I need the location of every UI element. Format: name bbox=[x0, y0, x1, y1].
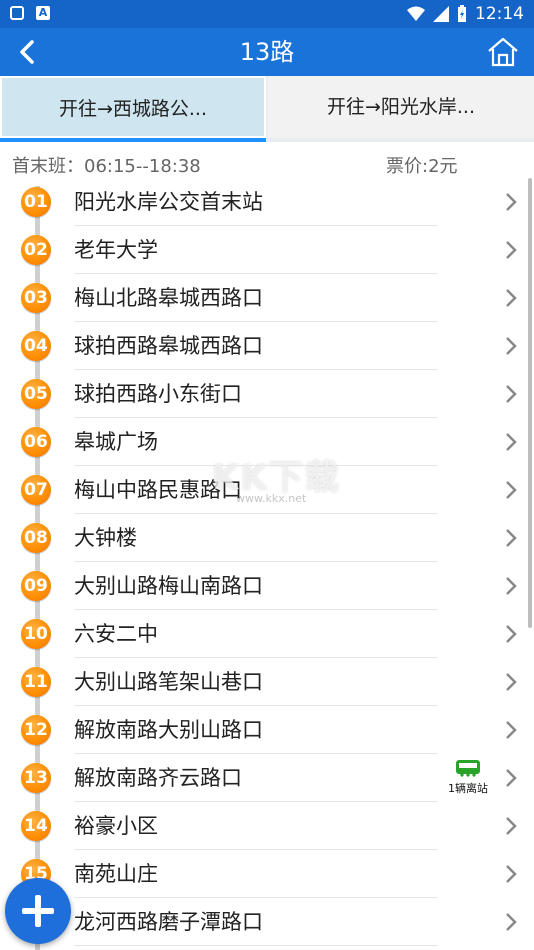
stop-row[interactable]: 14 裕豪小区 bbox=[0, 802, 534, 850]
bus-icon bbox=[456, 760, 480, 777]
stop-number-badge: 11 bbox=[21, 667, 51, 697]
stop-number-badge: 05 bbox=[21, 379, 51, 409]
stop-name: 解放南路大别山路口 bbox=[74, 718, 263, 742]
scrollbar[interactable] bbox=[528, 178, 532, 628]
stop-number-badge: 06 bbox=[21, 427, 51, 457]
chevron-right-icon bbox=[506, 337, 517, 355]
wifi-icon bbox=[407, 6, 425, 21]
fare-text: 票价:2元 bbox=[386, 156, 458, 177]
chevron-right-icon bbox=[506, 769, 517, 787]
stop-number-badge: 07 bbox=[21, 475, 51, 505]
divider bbox=[74, 945, 438, 946]
direction-tabs: 开往→西城路公... 开往→阳光水岸... bbox=[0, 76, 534, 142]
stop-name: 六安二中 bbox=[74, 622, 158, 646]
stop-row[interactable]: 01 阳光水岸公交首末站 bbox=[0, 178, 534, 226]
stop-number-badge: 12 bbox=[21, 715, 51, 745]
stop-row[interactable]: 16 龙河西路磨子潭路口 bbox=[0, 898, 534, 946]
chevron-right-icon bbox=[506, 721, 517, 739]
stop-name: 皋城广场 bbox=[74, 430, 158, 454]
stop-row[interactable]: 03 梅山北路皋城西路口 bbox=[0, 274, 534, 322]
stop-row[interactable]: 09 大别山路梅山南路口 bbox=[0, 562, 534, 610]
tab-selected-indicator bbox=[0, 138, 266, 142]
stop-row[interactable]: 12 解放南路大别山路口 bbox=[0, 706, 534, 754]
stop-name: 大别山路梅山南路口 bbox=[74, 574, 263, 598]
stop-name: 梅山北路皋城西路口 bbox=[74, 286, 263, 310]
status-time: 12:14 bbox=[475, 4, 524, 24]
bus-status: 1辆离站 bbox=[440, 760, 496, 796]
add-button[interactable] bbox=[5, 878, 71, 944]
stop-number-badge: 13 bbox=[21, 763, 51, 793]
stop-name: 球拍西路小东街口 bbox=[74, 382, 242, 406]
stop-number-badge: 02 bbox=[21, 235, 51, 265]
chevron-right-icon bbox=[506, 433, 517, 451]
stop-row[interactable]: 10 六安二中 bbox=[0, 610, 534, 658]
stop-number-badge: 09 bbox=[21, 571, 51, 601]
stop-row[interactable]: 04 球拍西路皋城西路口 bbox=[0, 322, 534, 370]
chevron-right-icon bbox=[506, 817, 517, 835]
chevron-right-icon bbox=[506, 385, 517, 403]
battery-icon bbox=[458, 5, 466, 22]
chevron-right-icon bbox=[506, 625, 517, 643]
stop-row[interactable]: 05 球拍西路小东街口 bbox=[0, 370, 534, 418]
tab-direction-xicheng[interactable]: 开往→西城路公... bbox=[0, 76, 266, 138]
stop-number-badge: 10 bbox=[21, 619, 51, 649]
chevron-right-icon bbox=[506, 673, 517, 691]
page-title: 13路 bbox=[239, 38, 295, 66]
chevron-right-icon bbox=[506, 241, 517, 259]
watermark-url: www.kkx.net bbox=[236, 492, 307, 505]
stop-number-badge: 03 bbox=[21, 283, 51, 313]
stop-row[interactable]: 02 老年大学 bbox=[0, 226, 534, 274]
chevron-right-icon bbox=[506, 913, 517, 931]
stop-name: 球拍西路皋城西路口 bbox=[74, 334, 263, 358]
stop-number-badge: 08 bbox=[21, 523, 51, 553]
stop-name: 南苑山庄 bbox=[74, 862, 158, 886]
stop-row[interactable]: 11 大别山路笔架山巷口 bbox=[0, 658, 534, 706]
stop-number-badge: 01 bbox=[21, 187, 51, 217]
chevron-right-icon bbox=[506, 289, 517, 307]
stop-name: 阳光水岸公交首末站 bbox=[74, 190, 263, 214]
schedule-text: 首末班：06:15--18:38 bbox=[12, 156, 201, 177]
chevron-right-icon bbox=[506, 481, 517, 499]
chevron-right-icon bbox=[506, 865, 517, 883]
stop-name: 大钟楼 bbox=[74, 526, 137, 550]
stop-name: 龙河西路磨子潭路口 bbox=[74, 910, 263, 934]
chevron-right-icon bbox=[506, 193, 517, 211]
bus-status-text: 1辆离站 bbox=[448, 782, 488, 795]
stop-row[interactable]: 08 大钟楼 bbox=[0, 514, 534, 562]
stop-number-badge: 04 bbox=[21, 331, 51, 361]
notification-a-icon: A bbox=[36, 6, 50, 20]
notification-square-icon bbox=[10, 6, 24, 20]
stop-name: 裕豪小区 bbox=[74, 814, 158, 838]
tab-direction-yangguang[interactable]: 开往→阳光水岸... bbox=[268, 76, 534, 138]
app-bar: 13路 bbox=[0, 28, 534, 76]
stop-name: 大别山路笔架山巷口 bbox=[74, 670, 263, 694]
chevron-right-icon bbox=[506, 577, 517, 595]
signal-icon bbox=[433, 6, 449, 22]
stop-name: 老年大学 bbox=[74, 238, 158, 262]
stop-row[interactable]: 13 解放南路齐云路口 1辆离站 bbox=[0, 754, 534, 802]
stop-number-badge: 14 bbox=[21, 811, 51, 841]
home-icon[interactable] bbox=[486, 36, 520, 68]
status-bar: A 12:14 bbox=[0, 0, 534, 28]
chevron-right-icon bbox=[506, 529, 517, 547]
stop-name: 解放南路齐云路口 bbox=[74, 766, 242, 790]
plus-icon-vertical bbox=[35, 895, 41, 927]
stop-row[interactable]: 15 南苑山庄 bbox=[0, 850, 534, 898]
